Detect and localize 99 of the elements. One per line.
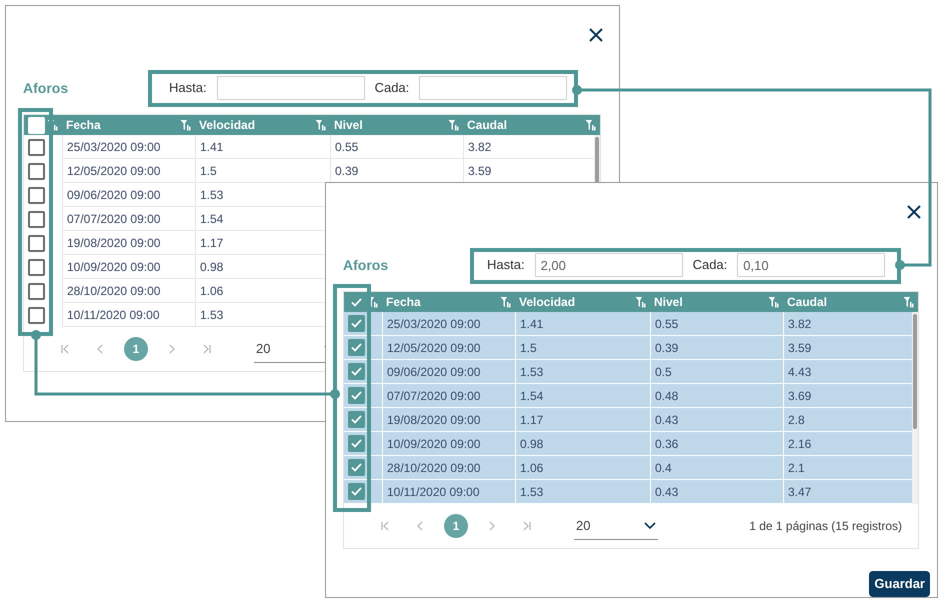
field-label: Hasta: [169,79,207,98]
table-cell: 0.55 [330,135,463,159]
row-checkbox[interactable] [28,282,45,300]
check-icon [351,367,362,376]
save-button[interactable]: Guardar [869,571,930,596]
page-button[interactable]: 1 [444,514,468,538]
page-button[interactable]: 1 [124,337,148,361]
table-cell: 1.5 [515,336,650,360]
table-cell: 0.39 [650,336,783,360]
field-label: Cada: [374,79,410,98]
section-title: Aforos [23,78,68,98]
check-icon [351,319,362,328]
table-cell: 10/11/2020 09:00 [382,480,515,504]
section-title: Aforos [343,256,388,274]
table-cell: 28/10/2020 09:00 [62,279,195,303]
filter-icon[interactable] [500,296,511,308]
scrollbar-thumb[interactable] [913,314,917,430]
table-cell: 1.41 [515,312,650,336]
table-cell: 12/05/2020 09:00 [382,336,515,360]
table-cell: 0.4 [650,456,783,480]
row-checkbox[interactable] [28,234,45,252]
table-cell: 1.17 [515,408,650,432]
field-label: Cada: [692,256,728,274]
row-checkbox[interactable] [348,387,365,404]
filter-icon[interactable] [448,119,459,131]
table-cell: 25/03/2020 09:00 [382,312,515,336]
row-checkbox[interactable] [348,339,365,356]
row-checkbox[interactable] [28,138,45,156]
table-cell: 10/09/2020 09:00 [382,432,515,456]
filter-icon[interactable] [903,296,914,308]
table-cell: 1.41 [195,135,330,159]
row-checkbox[interactable] [348,411,365,428]
row-checkbox[interactable] [28,162,45,180]
table-cell: 25/03/2020 09:00 [62,135,195,159]
row-checkbox[interactable] [348,483,365,500]
table-cell: 0.36 [650,432,783,456]
select-all-checkbox[interactable] [28,116,45,134]
input-field[interactable]: 0,10 [737,253,886,277]
table-cell: 2.16 [783,432,912,456]
row-checkbox[interactable] [28,258,45,276]
filter-icon[interactable] [315,119,326,131]
table-cell: 1.53 [515,480,650,504]
row-checkbox[interactable] [28,186,45,204]
check-icon [351,391,362,400]
table-cell: 0.98 [515,432,650,456]
check-icon [351,439,362,448]
check-icon [351,343,362,352]
input-field[interactable] [419,76,568,100]
table-cell: 19/08/2020 09:00 [382,408,515,432]
filter-icon[interactable] [635,296,646,308]
input-field[interactable]: 2,00 [534,253,683,277]
table-cell: 10/11/2020 09:00 [62,303,195,327]
table-cell: 2.8 [783,408,912,432]
column-header[interactable]: Nivel [654,293,683,311]
page-size-select[interactable]: 20 [574,512,658,540]
table-cell: 3.82 [463,135,594,159]
close-icon[interactable] [587,26,605,44]
column-header[interactable]: Nivel [334,116,363,134]
table-cell: 3.69 [783,384,912,408]
table-cell: 3.59 [783,336,912,360]
table-cell: 4.43 [783,360,912,384]
field-label: Hasta: [487,256,525,274]
filter-icon[interactable] [180,119,191,131]
row-checkbox[interactable] [28,306,45,324]
input-field[interactable] [216,76,365,100]
check-icon [351,463,362,472]
row-checkbox[interactable] [348,435,365,452]
filter-icon[interactable] [585,119,596,131]
table-cell: 0.48 [650,384,783,408]
pagination-summary: 1 de 1 páginas (15 registros) [749,518,902,535]
row-checkbox[interactable] [348,315,365,332]
filter-icon[interactable] [47,119,58,131]
table-cell: 2.1 [783,456,912,480]
chevron-icon [644,522,656,530]
table-cell: 1.54 [515,384,650,408]
table-cell: 0.43 [650,480,783,504]
check-icon [351,487,362,496]
table-cell: 3.47 [783,480,912,504]
table-cell: 1.06 [515,456,650,480]
table-cell: 09/06/2020 09:00 [382,360,515,384]
table-cell: 0.55 [650,312,783,336]
close-icon[interactable] [905,203,923,221]
check-icon [351,415,362,424]
table-cell: 3.82 [783,312,912,336]
row-checkbox[interactable] [28,210,45,228]
row-checkbox[interactable] [348,363,365,380]
check-icon [351,298,362,306]
table-cell: 12/05/2020 09:00 [62,159,195,183]
filter-icon[interactable] [768,296,779,308]
table-cell: 0.5 [650,360,783,384]
table-cell: 19/08/2020 09:00 [62,231,195,255]
table-cell: 0.43 [650,408,783,432]
table-cell: 28/10/2020 09:00 [382,456,515,480]
table-cell: 1.53 [515,360,650,384]
table-cell: 07/07/2020 09:00 [62,207,195,231]
table-cell: 10/09/2020 09:00 [62,255,195,279]
table-cell: 07/07/2020 09:00 [382,384,515,408]
row-checkbox[interactable] [348,459,365,476]
table-cell: 09/06/2020 09:00 [62,183,195,207]
